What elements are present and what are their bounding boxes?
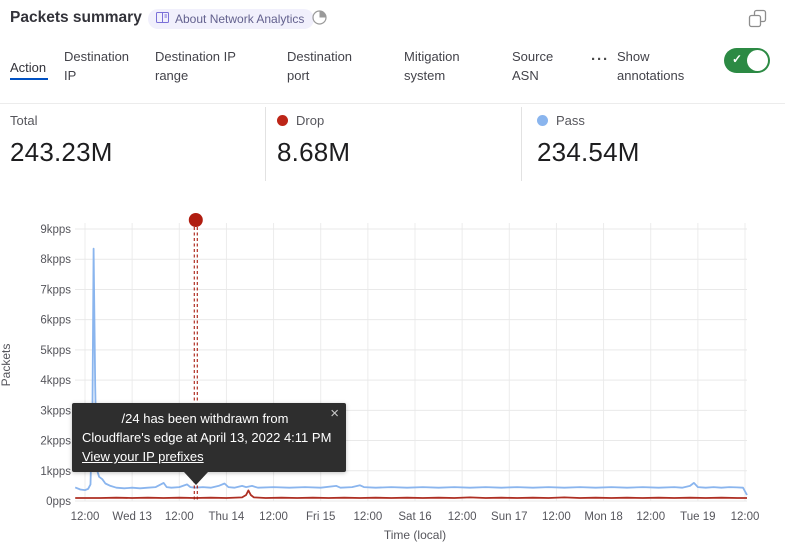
series-line-drop xyxy=(75,490,747,498)
x-tick-label: Wed 13 xyxy=(112,511,151,523)
y-tick-label: 8kpps xyxy=(40,254,71,266)
y-tick-label: 9kpps xyxy=(40,224,71,236)
view-ip-prefixes-link[interactable]: View your IP prefixes xyxy=(82,449,204,464)
annotation-tooltip: × /24 has been withdrawn from Cloudflare… xyxy=(72,403,346,472)
x-tick-label: Mon 18 xyxy=(584,511,622,523)
annotation-marker[interactable] xyxy=(189,213,203,227)
y-tick-label: 6kpps xyxy=(40,315,71,327)
packets-summary-panel: Packets summary About Network Analytics … xyxy=(0,0,785,555)
x-tick-label: 12:00 xyxy=(71,511,100,523)
y-tick-label: 1kpps xyxy=(40,466,71,478)
y-axis-title: Packets xyxy=(0,333,13,397)
y-tick-label: 3kpps xyxy=(40,405,71,417)
x-axis-title: Time (local) xyxy=(340,528,490,542)
x-tick-label: 12:00 xyxy=(353,511,382,523)
x-tick-label: Tue 19 xyxy=(680,511,715,523)
x-tick-label: Sun 17 xyxy=(491,511,527,523)
x-tick-label: Fri 15 xyxy=(306,511,335,523)
x-tick-label: 12:00 xyxy=(448,511,477,523)
tooltip-line2: Cloudflare's edge at April 13, 2022 4:11… xyxy=(82,428,336,447)
tooltip-line1: /24 has been withdrawn from xyxy=(82,409,336,428)
y-tick-label: 4kpps xyxy=(40,375,71,387)
x-tick-label: 12:00 xyxy=(259,511,288,523)
y-tick-label: 7kpps xyxy=(40,284,71,296)
y-tick-label: 0pps xyxy=(46,496,71,508)
y-tick-label: 2kpps xyxy=(40,436,71,448)
x-tick-label: Sat 16 xyxy=(398,511,431,523)
x-tick-label: 12:00 xyxy=(165,511,194,523)
close-icon[interactable]: × xyxy=(330,404,339,423)
x-tick-label: 12:00 xyxy=(542,511,571,523)
y-tick-label: 5kpps xyxy=(40,345,71,357)
x-tick-label: Thu 14 xyxy=(209,511,245,523)
x-tick-label: 12:00 xyxy=(636,511,665,523)
x-tick-label: 12:00 xyxy=(731,511,760,523)
